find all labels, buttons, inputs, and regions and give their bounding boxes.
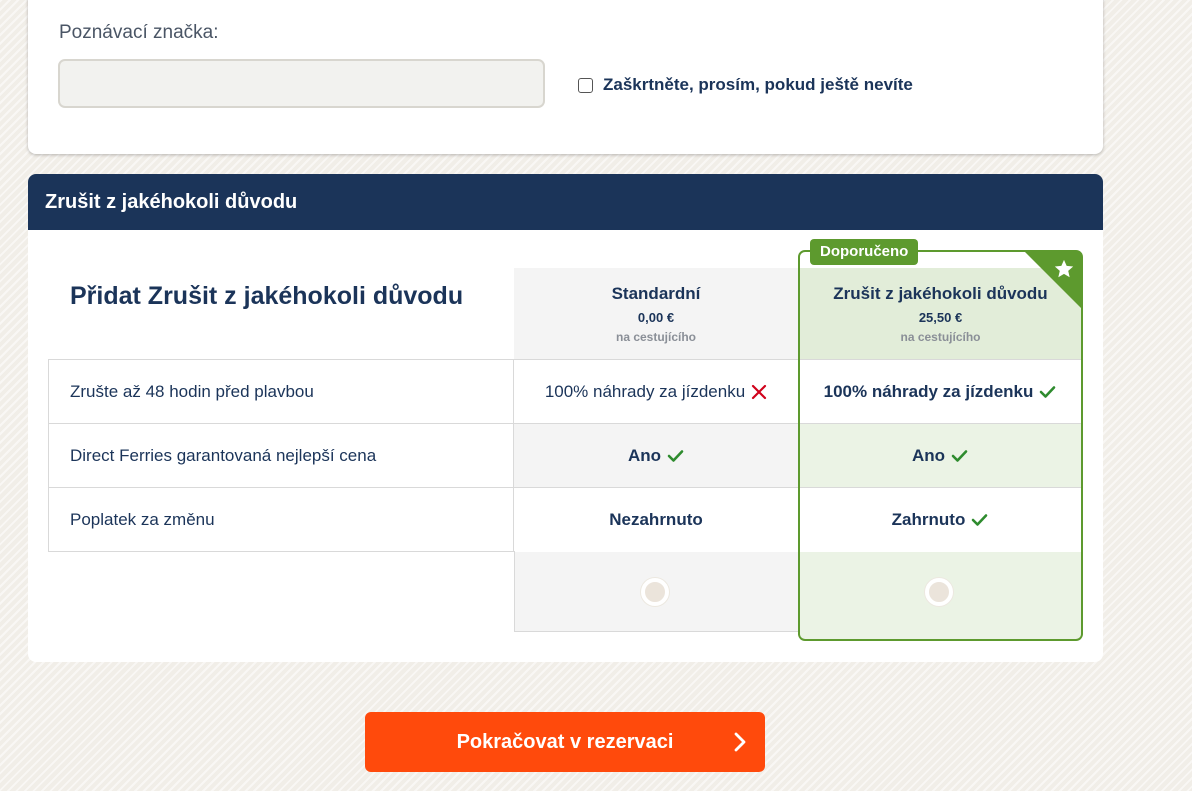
cell-value: Ano <box>911 446 946 465</box>
standard-cell: Nezahrnuto <box>514 488 798 552</box>
unknown-plate-row[interactable]: Zaškrtněte, prosím, pokud ještě nevíte <box>578 75 913 95</box>
option-name: Standardní <box>611 284 701 303</box>
option-price: 25,50 € <box>918 310 963 325</box>
cell-value: Nezahrnuto <box>609 510 703 529</box>
recommended-badge: Doporučeno <box>810 239 919 265</box>
continue-label: Pokračovat v rezervaci <box>456 731 674 753</box>
unknown-plate-label[interactable]: Zaškrtněte, prosím, pokud ještě nevíte <box>603 75 913 95</box>
section-header: Zrušit z jakéhokoli důvodu <box>28 174 1103 230</box>
option-name: Zrušit z jakéhokoli důvodu <box>833 284 1048 303</box>
feature-label: Poplatek za změnu <box>48 488 514 552</box>
cell-value: Ano <box>627 446 662 465</box>
cell-value: Zahrnuto <box>891 510 966 529</box>
check-icon <box>667 449 684 463</box>
plate-label: Poznávací značka: <box>59 22 219 43</box>
add-title: Přidat Zrušit z jakéhokoli důvodu <box>70 282 464 310</box>
table-row: Poplatek za změnu Nezahrnuto Zahrnuto <box>48 487 1082 552</box>
table-divider <box>48 551 515 552</box>
recommended-option-head[interactable]: Zrušit z jakéhokoli důvodu 25,50 € na ce… <box>799 268 1082 360</box>
standard-radio[interactable] <box>641 578 669 606</box>
table-row: Zrušte až 48 hodin před plavbou 100% náh… <box>48 359 1082 424</box>
unknown-plate-checkbox[interactable] <box>578 77 593 93</box>
check-icon <box>1039 385 1056 399</box>
cancellation-card: Zrušit z jakéhokoli důvodu Přidat Zrušit… <box>28 174 1103 662</box>
chevron-right-icon <box>734 732 746 752</box>
option-per: na cestujícího <box>900 330 981 344</box>
continue-button[interactable]: Pokračovat v rezervaci <box>365 712 765 772</box>
cell-value: 100% náhrady za jízdenku <box>823 382 1034 401</box>
recommended-cell: 100% náhrady za jízdenku <box>798 360 1082 424</box>
standard-cell: Ano <box>514 424 798 488</box>
cross-icon <box>751 384 767 400</box>
option-per: na cestujícího <box>615 330 697 344</box>
table-row: Direct Ferries garantovaná nejlepší cena… <box>48 423 1082 488</box>
recommended-radio[interactable] <box>925 578 953 606</box>
check-icon <box>971 513 988 527</box>
standard-option-head[interactable]: Standardní 0,00 € na cestujícího <box>514 268 798 360</box>
recommended-cell: Ano <box>798 424 1082 488</box>
vehicle-card: Poznávací značka: Zaškrtněte, prosím, po… <box>28 0 1103 154</box>
feature-label: Direct Ferries garantovaná nejlepší cena <box>48 424 514 488</box>
recommended-cell: Zahrnuto <box>798 488 1082 552</box>
option-price: 0,00 € <box>637 310 675 325</box>
standard-cell: 100% náhrady za jízdenku <box>514 360 798 424</box>
check-icon <box>951 449 968 463</box>
plate-input[interactable] <box>58 59 545 108</box>
cell-value: 100% náhrady za jízdenku <box>544 382 746 401</box>
feature-label: Zrušte až 48 hodin před plavbou <box>48 360 514 424</box>
